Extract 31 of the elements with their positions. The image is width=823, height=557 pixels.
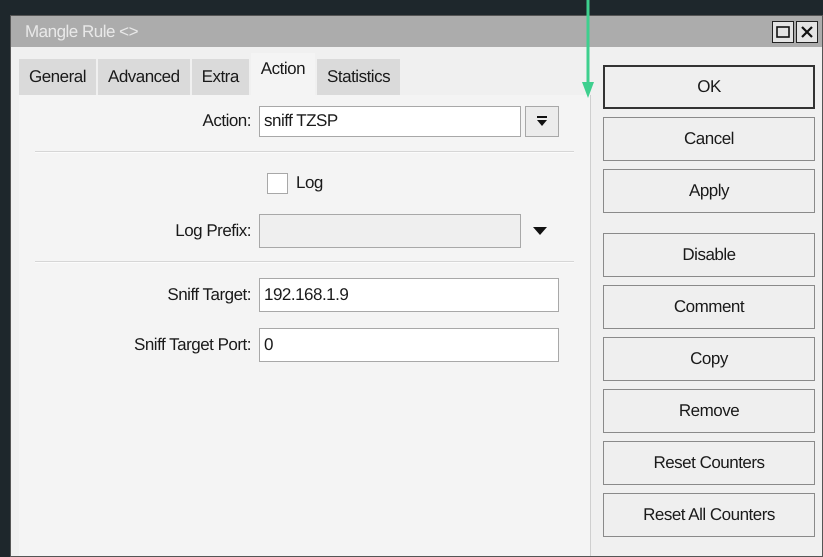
close-button[interactable] — [796, 20, 818, 42]
tab[interactable]: Advanced — [98, 59, 190, 95]
text-field[interactable]: 192.168.1.9 — [259, 278, 559, 312]
tab[interactable]: Extra — [192, 59, 249, 95]
dialog-button[interactable]: Copy — [603, 337, 815, 381]
dialog-button[interactable]: Comment — [603, 285, 815, 329]
close-icon — [801, 26, 813, 38]
dialog-button[interactable]: Reset Counters — [603, 441, 815, 485]
tab[interactable]: Statistics — [317, 59, 400, 95]
dialog-button[interactable]: Remove — [603, 389, 815, 433]
dialog-button[interactable]: Reset All Counters — [603, 493, 815, 537]
dropdown-icon[interactable] — [533, 226, 547, 236]
checkbox-label: Log — [296, 172, 323, 194]
field-label: Sniff Target: — [167, 285, 251, 304]
dialog-button[interactable]: Apply — [603, 169, 815, 213]
dialog-button[interactable]: OK — [603, 65, 815, 109]
dialog-button[interactable]: Cancel — [603, 117, 815, 161]
field-label: Sniff Target Port: — [134, 335, 251, 354]
action-select[interactable]: sniff TZSP — [259, 106, 521, 136]
field-label: Action: — [202, 111, 251, 130]
maximize-icon — [776, 26, 790, 38]
dropdown-icon — [536, 115, 548, 127]
text-field[interactable]: 0 — [259, 328, 559, 362]
dropdown-button[interactable] — [525, 106, 559, 136]
tab[interactable]: Action — [250, 53, 316, 95]
tab[interactable]: General — [19, 59, 96, 95]
log-checkbox[interactable] — [267, 172, 288, 194]
window-title: Mangle Rule <> — [25, 20, 140, 43]
dialog-button[interactable]: Disable — [603, 233, 815, 277]
field-label: Log Prefix: — [175, 221, 251, 240]
maximize-button[interactable] — [772, 20, 794, 42]
